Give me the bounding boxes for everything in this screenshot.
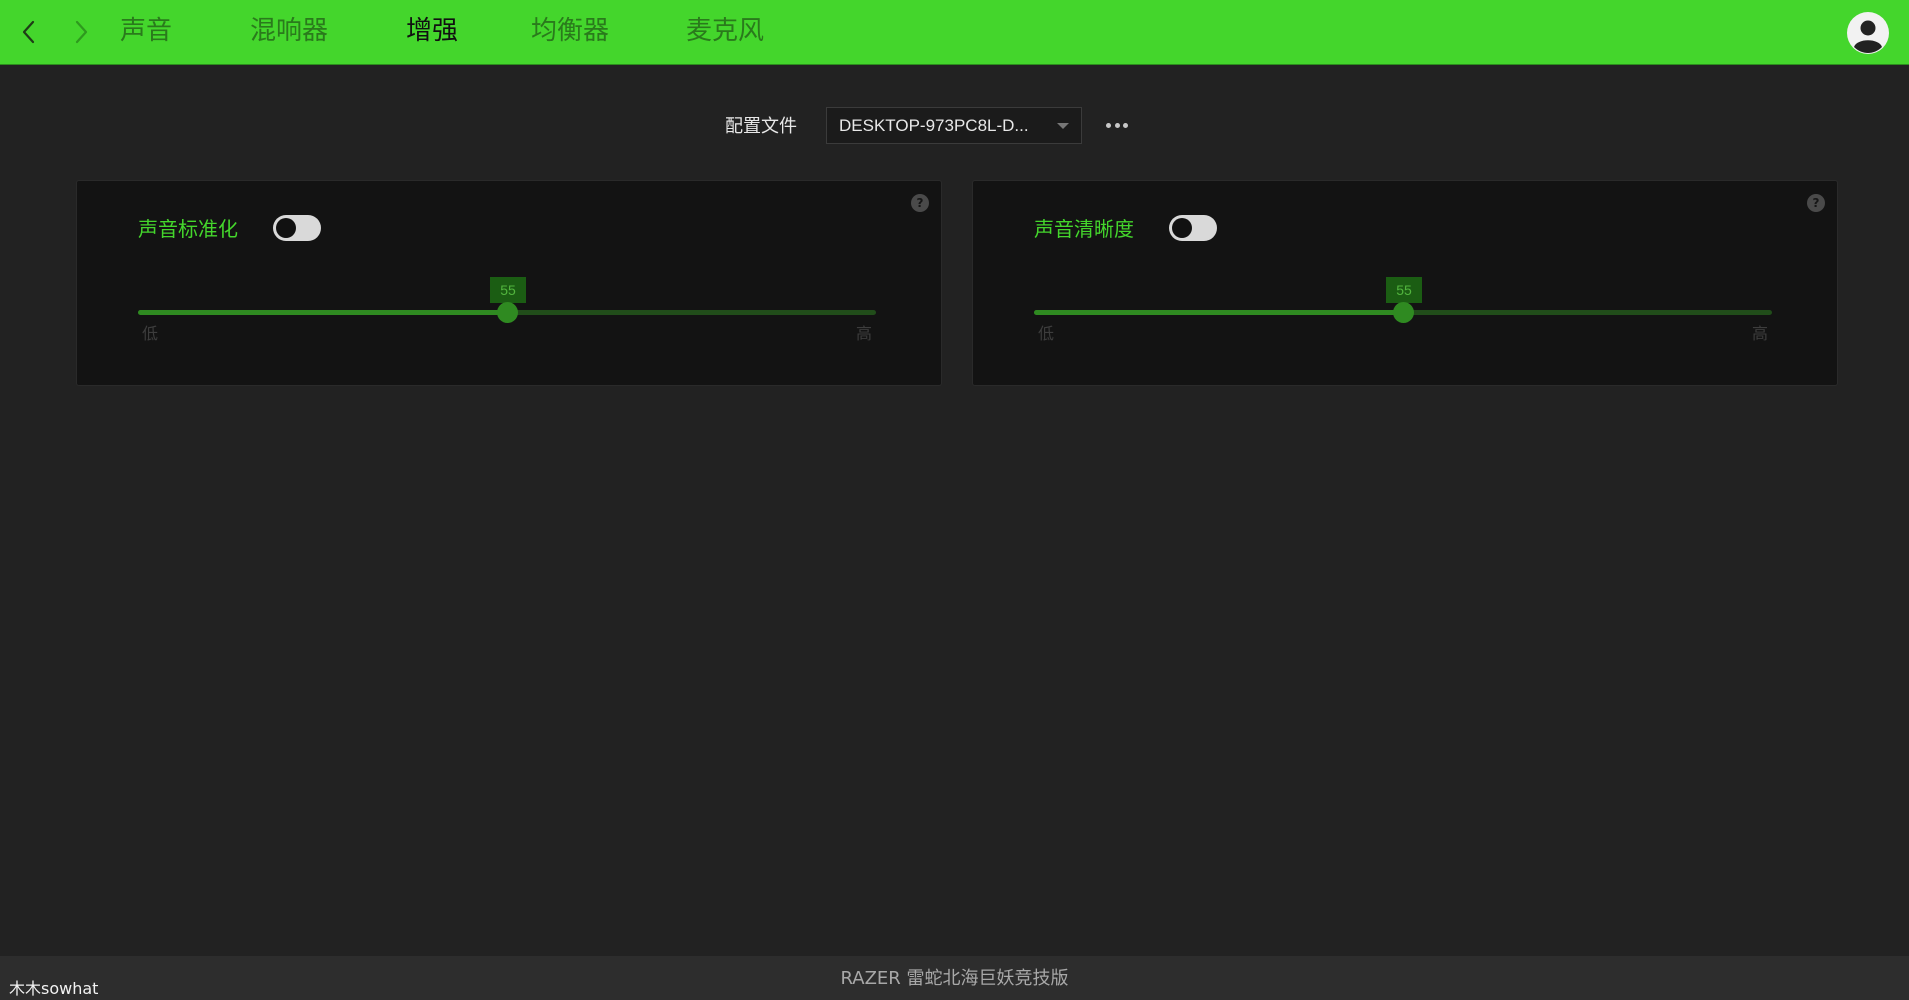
profile-label: 配置文件 [725,116,797,137]
slider-value-badge: 55 [490,277,526,303]
more-options-icon[interactable] [1100,110,1134,140]
caret-down-icon [1057,123,1069,129]
slider-thumb[interactable] [497,302,518,323]
top-navigation-bar: 声音 混响器 增强 均衡器 麦克风 [0,0,1909,65]
panel-title: 声音标准化 [138,217,238,241]
slider-fill [138,310,507,315]
device-name: RAZER 雷蛇北海巨妖竞技版 [840,968,1069,989]
synapse-window: 声音 混响器 增强 均衡器 麦克风 配置文件 DESKTOP-973PC8L-D… [0,0,1909,1000]
toggle-knob [276,218,296,238]
dot [1106,122,1111,128]
panel-title: 声音清晰度 [1034,217,1134,241]
slider-thumb[interactable] [1393,302,1414,323]
main-tabs: 声音 混响器 增强 均衡器 麦克风 [120,0,764,64]
sound-clarity-toggle[interactable] [1169,215,1217,241]
help-icon[interactable]: ? [911,194,929,212]
profile-dropdown[interactable]: DESKTOP-973PC8L-D... [826,107,1082,144]
sound-normalization-toggle[interactable] [273,215,321,241]
tab-sound[interactable]: 声音 [120,0,250,64]
sound-clarity-panel: ? 声音清晰度 55 低 高 [972,180,1838,386]
slider-fill [1034,310,1403,315]
tab-equalizer[interactable]: 均衡器 [531,0,686,64]
slider-max-label: 高 [855,324,872,343]
chevron-right-icon[interactable] [66,16,96,48]
sound-normalization-panel: ? 声音标准化 55 低 高 [76,180,942,386]
dot [1123,122,1128,128]
tab-enhancement[interactable]: 增强 [406,0,531,64]
sound-clarity-slider[interactable]: 55 低 高 [1034,277,1772,343]
user-avatar-icon[interactable] [1846,11,1890,55]
slider-min-label: 低 [142,324,159,343]
help-icon[interactable]: ? [1807,194,1825,212]
slider-min-label: 低 [1038,324,1055,343]
toggle-knob [1172,218,1192,238]
tab-microphone[interactable]: 麦克风 [686,0,764,64]
sound-normalization-slider[interactable]: 55 低 高 [138,277,876,343]
profile-selected-value: DESKTOP-973PC8L-D... [839,116,1029,135]
slider-max-label: 高 [1751,324,1768,343]
dot [1114,122,1120,128]
slider-value-badge: 55 [1386,277,1422,303]
chevron-left-icon[interactable] [14,16,44,48]
tab-mixer[interactable]: 混响器 [250,0,406,64]
status-footer: 木木sowhat RAZER 雷蛇北海巨妖竞技版 [0,956,1909,1000]
